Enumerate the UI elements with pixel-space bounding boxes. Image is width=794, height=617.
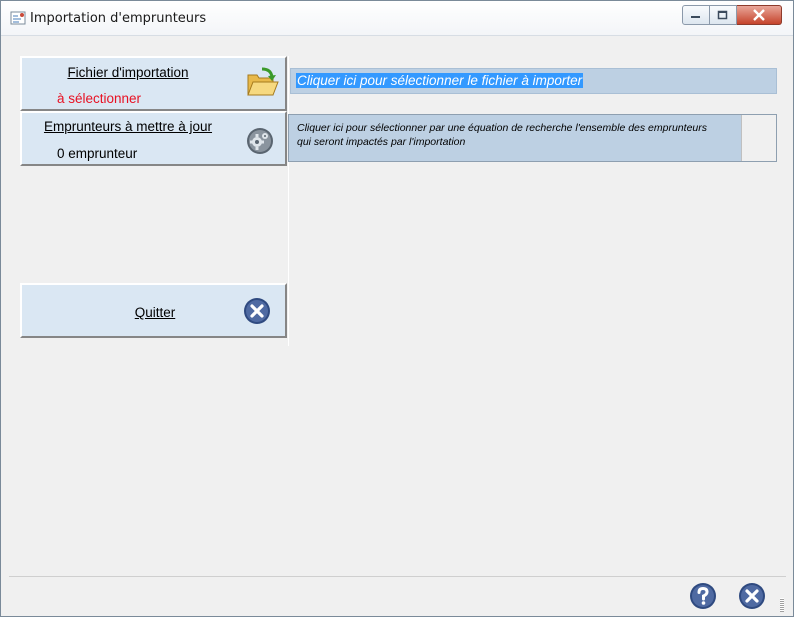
close-button[interactable]	[737, 5, 782, 25]
borrowers-update-title: Emprunteurs à mettre à jour	[43, 119, 213, 134]
window-controls	[682, 5, 782, 27]
window: Importation d'emprunteurs Fichier d'impo…	[0, 0, 794, 617]
content-area: Fichier d'importation à sélectionner Emp…	[9, 36, 785, 573]
status-bar	[9, 576, 786, 614]
close-circle-icon[interactable]	[738, 582, 766, 610]
app-icon	[10, 11, 26, 25]
close-circle-icon	[244, 298, 270, 324]
select-file-label: Cliquer ici pour sélectionner le fichier…	[296, 73, 584, 88]
maximize-button[interactable]	[710, 5, 737, 25]
window-title: Importation d'emprunteurs	[30, 11, 207, 26]
borrowers-count: 0 emprunteur	[57, 146, 138, 161]
select-file-button[interactable]: Cliquer ici pour sélectionner le fichier…	[290, 68, 777, 94]
search-equation-side-button[interactable]	[741, 115, 776, 161]
import-file-card[interactable]: Fichier d'importation à sélectionner	[20, 56, 287, 111]
search-equation-button[interactable]: Cliquer ici pour sélectionner par une éq…	[288, 114, 777, 162]
maximize-icon	[717, 10, 728, 19]
import-file-title: Fichier d'importation	[67, 65, 189, 80]
close-icon	[753, 9, 765, 21]
resize-grip[interactable]	[780, 598, 784, 612]
folder-icon	[247, 67, 279, 96]
import-file-status: à sélectionner	[57, 91, 142, 106]
minimize-icon	[691, 16, 700, 18]
title-bar[interactable]: Importation d'emprunteurs	[1, 1, 793, 36]
quit-button[interactable]: Quitter	[20, 283, 287, 338]
gear-icon	[247, 128, 273, 154]
minimize-button[interactable]	[682, 5, 710, 25]
help-icon[interactable]	[689, 582, 717, 610]
search-equation-label: Cliquer ici pour sélectionner par une éq…	[297, 122, 707, 148]
left-panel: Fichier d'importation à sélectionner Emp…	[20, 56, 289, 346]
borrowers-update-card[interactable]: Emprunteurs à mettre à jour 0 emprunteur	[20, 111, 287, 166]
